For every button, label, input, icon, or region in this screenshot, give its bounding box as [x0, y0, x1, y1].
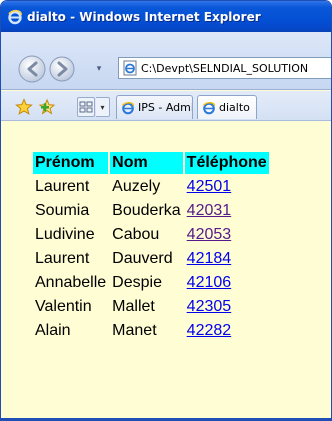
- phone-cell: 42501: [185, 176, 269, 198]
- address-text: C:\Devpt\SELNDIAL_SOLUTION: [141, 61, 309, 75]
- phone-cell: 42282: [185, 320, 269, 342]
- table-row: Ludivine Cabou 42053: [33, 224, 269, 246]
- column-header-first-name: Prénom: [33, 152, 109, 174]
- phone-cell: 42184: [185, 248, 269, 270]
- ie-icon: [8, 9, 22, 24]
- last-name-cell: Cabou: [112, 226, 160, 243]
- favorites-star-icon[interactable]: [15, 98, 33, 116]
- tab-ips-admin[interactable]: IPS - Admi...: [116, 95, 193, 119]
- ie-icon: [202, 101, 215, 114]
- page-icon: [123, 60, 137, 76]
- phone-link[interactable]: 42305: [187, 298, 232, 315]
- table-row: Laurent Auzely 42501: [33, 176, 269, 198]
- phone-link[interactable]: 42053: [187, 226, 232, 243]
- last-name-cell: Manet: [112, 322, 157, 339]
- window-title: dialto - Windows Internet Explorer: [27, 9, 261, 24]
- first-name-cell: Valentin: [35, 298, 92, 315]
- first-name-cell: Laurent: [35, 250, 90, 267]
- phone-cell: 42305: [185, 296, 269, 318]
- column-header-phone: Téléphone: [184, 152, 269, 174]
- last-name-cell: Auzely: [112, 178, 161, 195]
- phone-cell: 42106: [185, 272, 269, 294]
- first-name-cell: Alain: [35, 322, 71, 339]
- first-name-cell: Soumia: [35, 202, 90, 219]
- table-row: Soumia Bouderka 42031: [33, 200, 269, 222]
- contacts-table: Prénom Nom Téléphone Laurent Auzely 4250…: [31, 150, 271, 344]
- first-name-cell: Laurent: [35, 178, 90, 195]
- phone-link[interactable]: 42031: [187, 202, 232, 219]
- table-row: Valentin Mallet 42305: [33, 296, 269, 318]
- quick-tabs-icon: [79, 101, 93, 113]
- last-name-cell: Despie: [112, 274, 162, 291]
- phone-cell: 42053: [185, 224, 269, 246]
- table-row: Annabelle Despie 42106: [33, 272, 269, 294]
- address-bar[interactable]: C:\Devpt\SELNDIAL_SOLUTION: [118, 57, 331, 79]
- phone-link[interactable]: 42106: [187, 274, 232, 291]
- ie-icon: [121, 101, 134, 114]
- back-button[interactable]: [17, 54, 47, 84]
- quick-tabs-button[interactable]: [77, 97, 95, 117]
- table-header-row: Prénom Nom Téléphone: [33, 152, 269, 174]
- first-name-cell: Annabelle: [35, 274, 107, 291]
- phone-link[interactable]: 42282: [187, 322, 232, 339]
- tab-list-dropdown[interactable]: ▾: [96, 97, 110, 117]
- phone-link[interactable]: 42501: [187, 178, 232, 195]
- last-name-cell: Dauverd: [112, 250, 173, 267]
- tab-label: dialto: [219, 101, 250, 114]
- recent-pages-dropdown[interactable]: ▾: [93, 63, 105, 75]
- title-bar[interactable]: dialto - Windows Internet Explorer: [1, 1, 331, 32]
- add-to-favorites-icon[interactable]: [38, 98, 56, 116]
- column-header-last-name: Nom: [110, 152, 183, 174]
- phone-link[interactable]: 42184: [187, 250, 232, 267]
- phone-cell: 42031: [185, 200, 269, 222]
- first-name-cell: Ludivine: [35, 226, 95, 243]
- last-name-cell: Bouderka: [112, 202, 181, 219]
- table-row: Laurent Dauverd 42184: [33, 248, 269, 270]
- page-content: Prénom Nom Téléphone Laurent Auzely 4250…: [1, 122, 331, 420]
- tab-label: IPS - Admi...: [138, 101, 192, 114]
- tab-dialto[interactable]: dialto: [197, 95, 257, 119]
- browser-window: dialto - Windows Internet Explorer ▾ C:\…: [0, 0, 332, 421]
- table-row: Alain Manet 42282: [33, 320, 269, 342]
- forward-button[interactable]: [47, 54, 77, 84]
- last-name-cell: Mallet: [112, 298, 155, 315]
